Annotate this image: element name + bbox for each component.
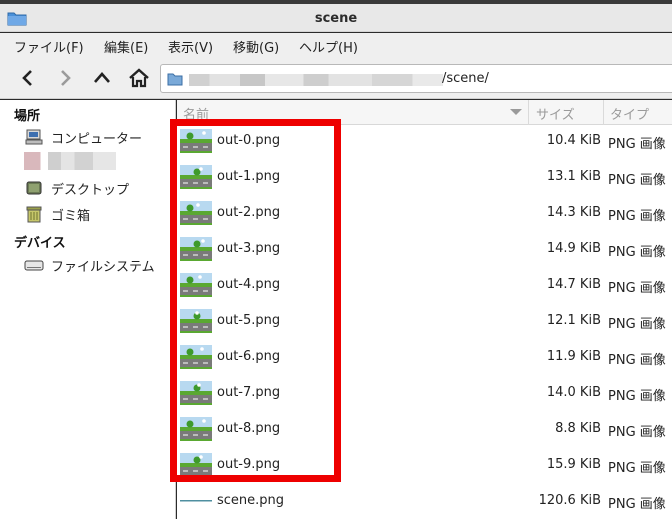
menu-edit[interactable]: 編集(E) [104,37,148,56]
column-separator[interactable] [603,100,604,125]
file-type: PNG 画像 [608,173,666,188]
file-size: 14.0 KiB [546,385,601,400]
menu-view[interactable]: 表示(V) [168,37,213,56]
sidebar-item-label: ゴミ箱 [51,208,91,224]
devices-header: デバイス [14,236,66,251]
file-type: PNG 画像 [608,389,666,404]
back-button[interactable] [15,65,41,91]
menu-go[interactable]: 移動(G) [233,37,279,56]
up-button[interactable] [89,65,115,91]
sidebar-item-filesystem[interactable]: ファイルシステム [24,254,155,276]
file-type: PNG 画像 [608,281,666,296]
file-size: 14.9 KiB [546,241,601,256]
file-size: 8.8 KiB [555,421,601,436]
sidebar: 場所 コンピューター デスクトップ ゴミ箱 デバイス ファイルシステム [0,100,176,519]
sort-descending-icon[interactable] [510,109,522,115]
trash-icon [24,204,44,224]
menu-file[interactable]: ファイル(F) [14,37,84,56]
menu-help[interactable]: ヘルプ(H) [299,37,358,56]
file-type: PNG 画像 [608,137,666,152]
column-type[interactable]: タイプ [610,104,649,123]
table-row[interactable]: scene.png 120.6 KiB PNG 画像 [177,484,672,519]
desktop-icon [24,178,44,198]
sidebar-item-computer[interactable]: コンピューター [24,126,142,148]
toolbar: /scene/ [0,57,672,99]
file-type: PNG 画像 [608,317,666,332]
file-name: scene.png [217,493,285,508]
sidebar-item-trash[interactable]: ゴミ箱 [24,203,90,225]
file-type: PNG 画像 [608,245,666,260]
file-type: PNG 画像 [608,461,666,476]
redacted-path [189,74,443,86]
home-button[interactable] [126,65,152,91]
column-separator[interactable] [528,100,529,125]
sidebar-item-label: ファイルシステム [51,259,155,275]
file-type: PNG 画像 [608,209,666,224]
column-size[interactable]: サイズ [536,104,575,123]
path-text: /scene/ [442,71,489,86]
file-size: 11.9 KiB [546,349,601,364]
file-size: 14.3 KiB [546,205,601,220]
image-thumbnail-icon [180,500,212,502]
file-size: 120.6 KiB [538,493,601,508]
file-size: 10.4 KiB [546,133,601,148]
file-size: 12.1 KiB [546,313,601,328]
title-bar[interactable]: scene [0,4,672,32]
places-header: 場所 [14,109,41,124]
chevron-up-icon [94,72,110,83]
drive-icon [24,255,44,275]
highlight-box [170,119,341,482]
location-bar[interactable]: /scene/ [160,64,672,93]
menu-bar: ファイル(F) 編集(E) 表示(V) 移動(G) ヘルプ(H) [0,33,672,57]
file-type: PNG 画像 [608,497,666,512]
file-size: 15.9 KiB [546,457,601,472]
chevron-right-icon [61,70,71,86]
home-icon [129,68,149,88]
folder-icon [167,73,183,86]
file-size: 13.1 KiB [546,169,601,184]
sidebar-item-desktop[interactable]: デスクトップ [24,177,129,199]
sidebar-item-redacted[interactable] [24,152,116,170]
window-title: scene [314,11,358,26]
sidebar-item-label: コンピューター [51,131,143,147]
file-type: PNG 画像 [608,353,666,368]
computer-icon [24,127,44,147]
file-size: 14.7 KiB [546,277,601,292]
file-type: PNG 画像 [608,425,666,440]
sidebar-item-label: デスクトップ [51,182,130,198]
forward-button[interactable] [52,65,78,91]
chevron-left-icon [22,70,32,86]
